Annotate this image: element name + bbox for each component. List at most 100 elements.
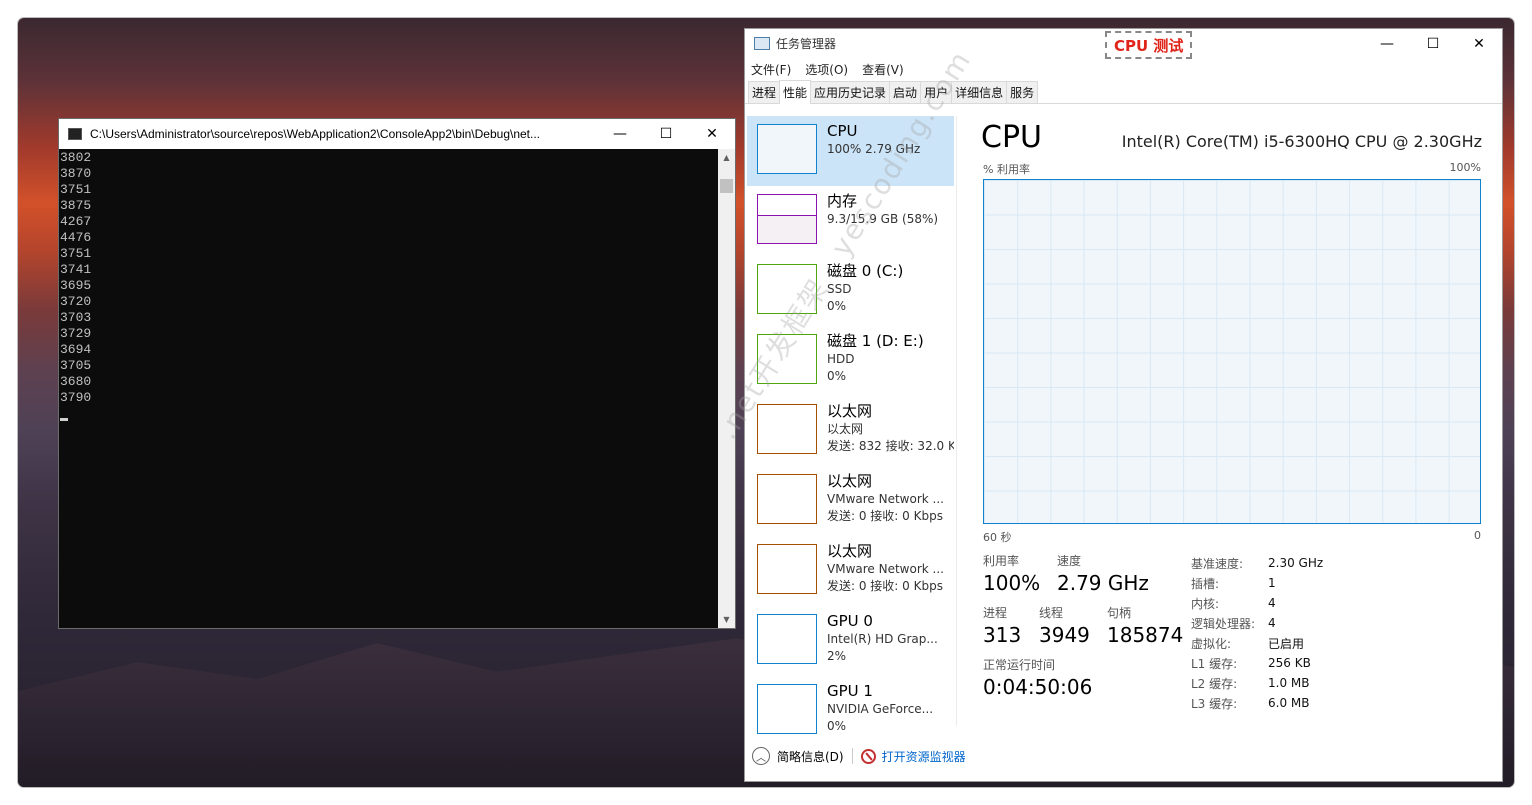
perf-item-sub2: 2% bbox=[827, 649, 847, 663]
perf-item-sub2: 0% bbox=[827, 299, 847, 313]
console-line: 3790 bbox=[60, 390, 92, 405]
console-maximize-button[interactable]: ☐ bbox=[643, 119, 689, 149]
perf-item-thumbnail bbox=[757, 544, 817, 594]
stat-utilization: 利用率 100% bbox=[983, 553, 1040, 597]
open-resource-monitor-link[interactable]: 打开资源监视器 bbox=[882, 748, 966, 765]
perf-item[interactable]: 以太网 VMware Network ... 发送: 0 接收: 0 Kbps bbox=[747, 466, 954, 536]
taskmgr-title: 任务管理器 bbox=[776, 37, 837, 51]
perf-item-sub2: 发送: 0 接收: 0 Kbps bbox=[827, 509, 943, 523]
taskmgr-footer: ︿ 简略信息(D) 打开资源监视器 bbox=[745, 731, 1502, 781]
taskmgr-menubar: 文件(F) 选项(O) 查看(V) bbox=[745, 58, 1502, 80]
spec-row: 内核: 4 bbox=[1191, 593, 1481, 613]
cpu-test-annotation: CPU 测试 bbox=[1105, 31, 1193, 59]
panel-divider bbox=[956, 116, 957, 726]
graph-axis-right: 0 bbox=[1474, 529, 1481, 542]
graph-axis-left: 60 秒 bbox=[983, 531, 1012, 544]
perf-item-name: 以太网 bbox=[827, 402, 873, 420]
chevron-up-icon[interactable]: ︿ bbox=[752, 747, 770, 765]
tab-services[interactable]: 服务 bbox=[1006, 81, 1039, 103]
stat-threads: 线程 3949 bbox=[1039, 605, 1090, 649]
perf-item-info: GPU 0 Intel(R) HD Grap... 2% bbox=[827, 612, 954, 676]
tab-performance[interactable]: 性能 bbox=[779, 80, 812, 104]
spec-row: 逻辑处理器: 4 bbox=[1191, 613, 1481, 633]
stat-uptime-value: 0:04:50:06 bbox=[983, 675, 1093, 699]
console-line: 3729 bbox=[60, 326, 92, 341]
perf-item-sub1: SSD bbox=[827, 282, 852, 296]
cpu-model: Intel(R) Core(TM) i5-6300HQ CPU @ 2.30GH… bbox=[1121, 132, 1482, 151]
spec-row: L2 缓存: 1.0 MB bbox=[1191, 673, 1481, 693]
spec-row: 插槽: 1 bbox=[1191, 573, 1481, 593]
stat-speed: 速度 2.79 GHz bbox=[1057, 553, 1149, 597]
console-line: 3680 bbox=[60, 374, 92, 389]
spec-key: 插槽: bbox=[1191, 576, 1220, 591]
console-body[interactable]: 3802 3870 3751 3875 4267 4476 3751 3741 3695 3720… bbox=[59, 149, 735, 628]
perf-item[interactable]: 以太网 VMware Network ... 发送: 0 接收: 0 Kbps bbox=[747, 536, 954, 606]
menu-options[interactable]: 选项(O) bbox=[805, 61, 848, 78]
perf-item-thumbnail bbox=[757, 194, 817, 244]
perf-item[interactable]: GPU 1 NVIDIA GeForce... 0% bbox=[747, 676, 954, 736]
console-line: 3870 bbox=[60, 166, 92, 181]
resource-monitor-icon[interactable] bbox=[860, 748, 876, 764]
perf-item-sub1: HDD bbox=[827, 352, 855, 366]
perf-item[interactable]: 以太网 以太网 发送: 832 接收: 32.0 K bbox=[747, 396, 954, 466]
console-app-icon bbox=[68, 128, 82, 140]
spec-value: 4 bbox=[1268, 616, 1276, 630]
menu-view[interactable]: 查看(V) bbox=[862, 61, 904, 78]
scroll-thumb[interactable] bbox=[720, 179, 733, 193]
detail-title: CPU bbox=[981, 120, 1042, 155]
cpu-utilization-graph bbox=[983, 179, 1481, 524]
spec-value: 1 bbox=[1268, 576, 1276, 590]
spec-key: 基准速度: bbox=[1191, 556, 1244, 571]
graph-label: % 利用率 bbox=[983, 163, 1030, 176]
console-line: 3703 bbox=[60, 310, 92, 325]
tab-app-history[interactable]: 应用历史记录 bbox=[810, 81, 891, 103]
spec-row: 基准速度: 2.30 GHz bbox=[1191, 553, 1481, 573]
taskmgr-maximize-button[interactable]: ☐ bbox=[1410, 29, 1456, 59]
tab-processes[interactable]: 进程 bbox=[748, 81, 781, 103]
perf-item-name: GPU 1 bbox=[827, 682, 873, 700]
perf-item-name: 以太网 bbox=[827, 542, 873, 560]
perf-item-thumbnail bbox=[757, 474, 817, 524]
stat-processes: 进程 313 bbox=[983, 605, 1021, 649]
scroll-up-icon[interactable]: ▲ bbox=[718, 149, 735, 166]
task-manager-window[interactable]: 任务管理器 — ☐ ✕ CPU 测试 文件(F) 选项(O) 查看(V) 进程 … bbox=[744, 28, 1503, 782]
spec-key: 逻辑处理器: bbox=[1191, 616, 1256, 631]
brief-info-button[interactable]: 简略信息(D) bbox=[777, 748, 844, 765]
taskmgr-titlebar[interactable]: 任务管理器 — ☐ ✕ CPU 测试 bbox=[745, 29, 1502, 59]
cpu-spec-table: 基准速度: 2.30 GHz 插槽: 1 内核: 4 逻辑处理器: 4 虚拟化: 已启用 L1 缓存… bbox=[1191, 553, 1481, 713]
perf-item-thumbnail bbox=[757, 614, 817, 664]
spec-value: 256 KB bbox=[1268, 656, 1311, 670]
perf-item-info: 磁盘 1 (D: E:) HDD 0% bbox=[827, 332, 954, 396]
perf-item-info: 以太网 以太网 发送: 832 接收: 32.0 K bbox=[827, 402, 954, 466]
taskmgr-close-button[interactable]: ✕ bbox=[1456, 29, 1502, 59]
perf-item-sub1: VMware Network ... bbox=[827, 562, 944, 576]
menu-file[interactable]: 文件(F) bbox=[751, 61, 791, 78]
taskmgr-app-icon bbox=[754, 37, 770, 50]
spec-key: L2 缓存: bbox=[1191, 676, 1238, 691]
console-window[interactable]: C:\Users\Administrator\source\repos\WebA… bbox=[58, 118, 736, 629]
spec-key: 内核: bbox=[1191, 596, 1220, 611]
spec-value: 1.0 MB bbox=[1268, 676, 1310, 690]
perf-item-name: 以太网 bbox=[827, 472, 873, 490]
console-close-button[interactable]: ✕ bbox=[689, 119, 735, 149]
perf-item-sub1: VMware Network ... bbox=[827, 492, 944, 506]
console-minimize-button[interactable]: — bbox=[597, 119, 643, 149]
perf-item-sub2: 0% bbox=[827, 369, 847, 383]
stat-uptime-label: 正常运行时间 bbox=[983, 658, 1056, 672]
perf-item-name: GPU 0 bbox=[827, 612, 873, 630]
console-line: 3875 bbox=[60, 198, 92, 213]
console-line: 4267 bbox=[60, 214, 92, 229]
perf-item-info: GPU 1 NVIDIA GeForce... 0% bbox=[827, 682, 954, 736]
console-line: 3751 bbox=[60, 246, 92, 261]
spec-key: L3 缓存: bbox=[1191, 696, 1238, 711]
spec-value: 2.30 GHz bbox=[1268, 556, 1324, 570]
taskmgr-minimize-button[interactable]: — bbox=[1364, 29, 1410, 59]
scroll-down-icon[interactable]: ▼ bbox=[718, 611, 735, 628]
console-line: 3741 bbox=[60, 262, 92, 277]
perf-item[interactable]: GPU 0 Intel(R) HD Grap... 2% bbox=[747, 606, 954, 676]
stat-speed-label: 速度 bbox=[1057, 554, 1082, 568]
console-titlebar[interactable]: C:\Users\Administrator\source\repos\WebA… bbox=[59, 119, 735, 149]
spec-value: 4 bbox=[1268, 596, 1276, 610]
stat-processes-label: 进程 bbox=[983, 606, 1008, 620]
taskmgr-tabs: 进程 性能 应用历史记录 启动 用户 详细信息 服务 bbox=[745, 80, 1502, 104]
